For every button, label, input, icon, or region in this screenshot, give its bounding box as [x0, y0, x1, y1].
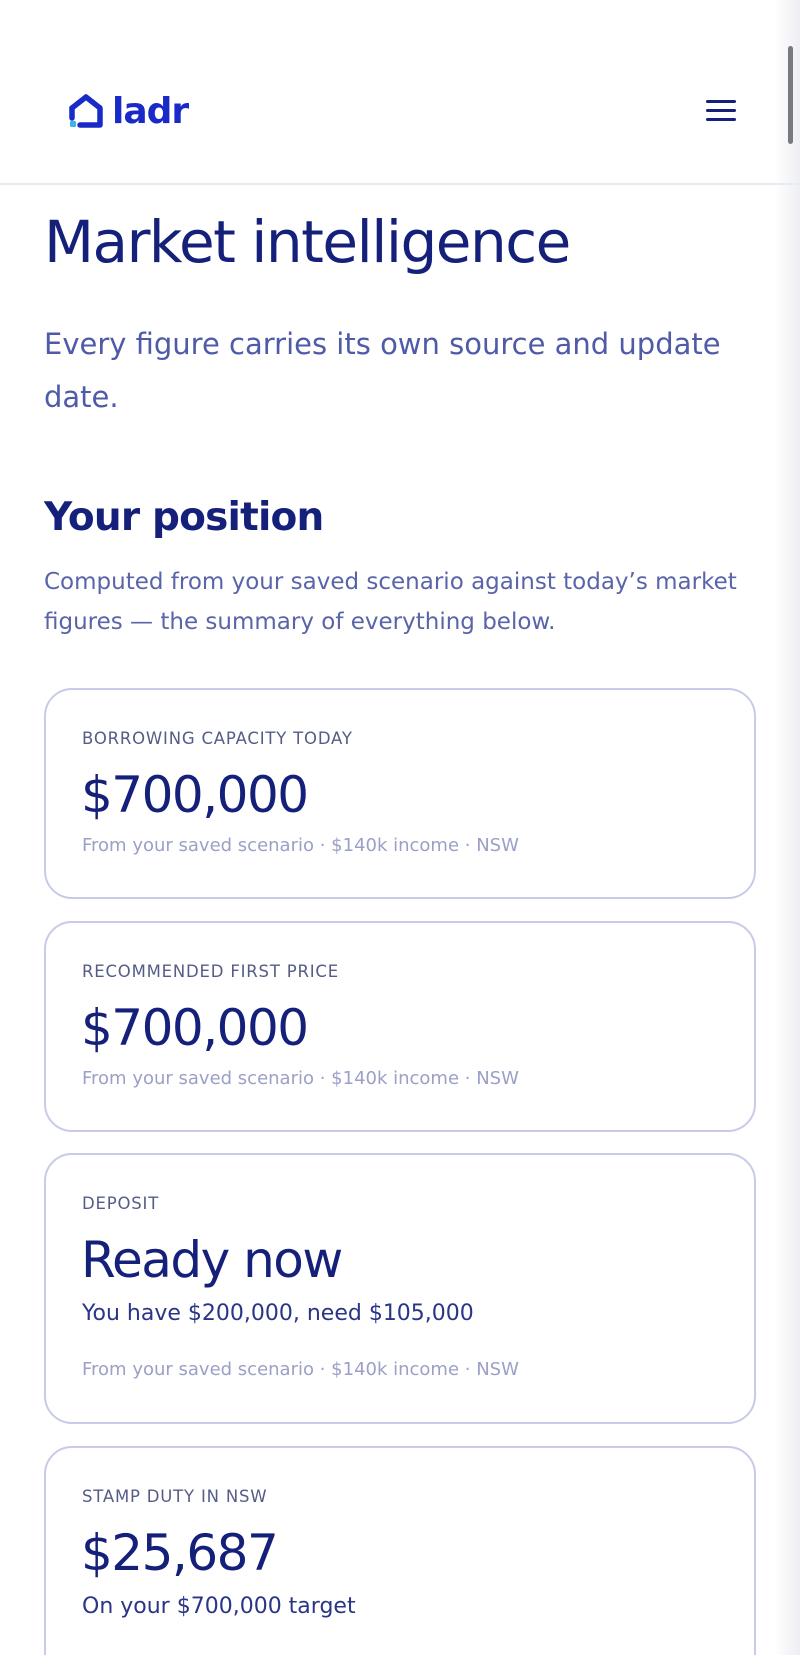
card-value: $700,000: [81, 766, 309, 824]
brand-name: ladr: [112, 91, 189, 132]
card-value: $25,687: [81, 1524, 279, 1582]
recommended-first-price-card[interactable]: RECOMMENDED FIRST PRICE $700,000 From yo…: [44, 921, 756, 1132]
card-value: Ready now: [81, 1231, 343, 1289]
card-label: DEPOSIT: [82, 1194, 160, 1213]
card-value: $700,000: [81, 999, 309, 1057]
menu-line: [706, 109, 736, 112]
house-logo-icon: [66, 92, 106, 132]
section-description: Computed from your saved scenario agains…: [44, 569, 737, 635]
card-label: RECOMMENDED FIRST PRICE: [82, 962, 339, 981]
borrowing-capacity-card[interactable]: BORROWING CAPACITY TODAY $700,000 From y…: [44, 688, 756, 899]
card-source: From your saved scenario · $140k income …: [82, 1068, 519, 1089]
edge-shade: [774, 0, 800, 1655]
section-title-your-position: Your position: [44, 495, 324, 540]
card-detail: You have $200,000, need $105,000: [82, 1301, 474, 1326]
card-label: BORROWING CAPACITY TODAY: [82, 729, 353, 748]
menu-line: [706, 118, 736, 121]
stamp-duty-card[interactable]: STAMP DUTY IN NSW $25,687 On your $700,0…: [44, 1446, 756, 1655]
deposit-card[interactable]: DEPOSIT Ready now You have $200,000, nee…: [44, 1153, 756, 1424]
page-subtitle: Every figure carries its own source and …: [44, 327, 721, 414]
scrollbar-thumb[interactable]: [788, 46, 793, 144]
card-label: STAMP DUTY IN NSW: [82, 1487, 268, 1506]
card-detail: On your $700,000 target: [82, 1594, 356, 1619]
menu-line: [706, 100, 736, 103]
site-header: ladr: [0, 0, 800, 185]
card-source: From your saved scenario · $140k income …: [82, 1359, 519, 1380]
page: ladr Market intelligence Every figure ca…: [0, 0, 800, 1655]
card-source: From your saved scenario · $140k income …: [82, 835, 519, 856]
page-title: Market intelligence: [44, 208, 571, 276]
brand-logo[interactable]: ladr: [66, 91, 189, 132]
hamburger-menu-icon[interactable]: [704, 97, 738, 125]
